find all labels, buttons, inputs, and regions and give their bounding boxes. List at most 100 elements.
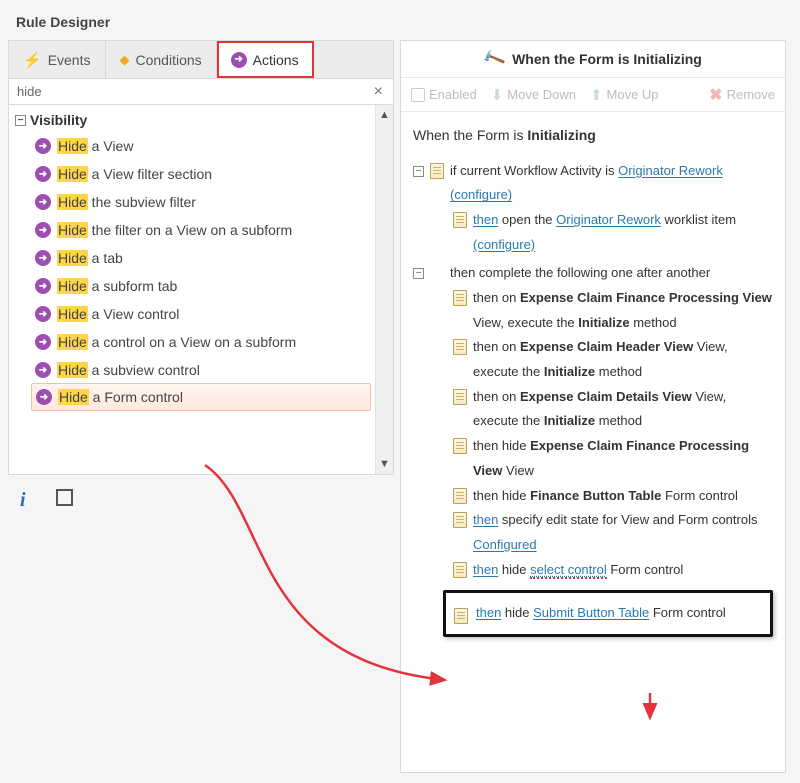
rule-header-text: When the Form is Initializing (512, 51, 702, 67)
tree-item-label: Hide a subform tab (57, 278, 177, 294)
doc-icon (453, 212, 467, 228)
tab-conditions[interactable]: ◆ Conditions (106, 41, 217, 78)
tab-label: Events (48, 52, 91, 68)
arrow-circle-icon: ➜ (36, 389, 52, 405)
diamond-icon: ◆ (120, 52, 130, 68)
rule-step[interactable]: then hide Finance Button Table Form cont… (453, 484, 775, 509)
rule-then-open[interactable]: then open the Originator Rework worklist… (413, 208, 775, 257)
scrollbar[interactable]: ▲ ▼ (375, 105, 393, 474)
action-tree: − Visibility ➜ Hide a View ➜ Hide a View fi… (9, 105, 375, 474)
page-title: Rule Designer (8, 8, 790, 40)
rule-header: 🔨 When the Form is Initializing (401, 41, 785, 78)
doc-icon (453, 512, 467, 528)
tree-item[interactable]: ➜ Hide a control on a View on a subform (13, 328, 375, 356)
tree-item-label: Hide a View (57, 138, 133, 154)
tree-item[interactable]: ➜ Hide a Form control (31, 383, 371, 411)
rule-step[interactable]: then specify edit state for View and For… (453, 508, 775, 557)
rule-step-submit-button[interactable]: then hide Submit Button Table Form contr… (443, 590, 773, 637)
x-icon: ✖ (709, 85, 722, 105)
scroll-down-icon[interactable]: ▼ (379, 456, 390, 472)
tree-item[interactable]: ➜ Hide a View control (13, 300, 375, 328)
rule-step[interactable]: then hide Expense Claim Finance Processi… (453, 434, 775, 483)
link-then[interactable]: then (473, 512, 498, 527)
tree-item-label: Hide a Form control (58, 389, 183, 405)
tree-item-label: Hide the filter on a View on a subform (57, 222, 292, 238)
link-configure[interactable]: (configure) (450, 187, 512, 202)
link-then[interactable]: then (473, 212, 498, 227)
tree-item-label: Hide a View filter section (57, 166, 212, 182)
tree-item[interactable]: ➜ Hide a subview control (13, 356, 375, 384)
tree-item-label: Hide a subview control (57, 362, 200, 378)
arrow-circle-icon: ➜ (35, 306, 51, 322)
tab-actions[interactable]: ➜ Actions (217, 41, 314, 78)
tree-item[interactable]: ➜ Hide a View filter section (13, 160, 375, 188)
arrow-circle-icon: ➜ (35, 362, 51, 378)
link-originator-rework[interactable]: Originator Rework (618, 163, 723, 178)
link-configure[interactable]: (configure) (473, 237, 535, 252)
tree-item[interactable]: ➜ Hide the filter on a View on a subform (13, 216, 375, 244)
doc-icon (430, 163, 444, 179)
collapse-icon[interactable]: − (15, 115, 26, 126)
tree-item[interactable]: ➜ Hide a subform tab (13, 272, 375, 300)
tree-item[interactable]: ➜ Hide a View (13, 132, 375, 160)
rule-step[interactable]: then on Expense Claim Details View View,… (453, 385, 775, 434)
rule-step[interactable]: then on Expense Claim Finance Processing… (453, 286, 775, 335)
arrow-circle-icon: ➜ (35, 138, 51, 154)
rule-body: When the Form is Initializing − if curre… (401, 112, 785, 772)
rule-if-row[interactable]: − if current Workflow Activity is Origin… (413, 159, 775, 208)
scroll-up-icon[interactable]: ▲ (379, 107, 390, 123)
tree-item-label: Hide a control on a View on a subform (57, 334, 296, 350)
tab-label: Conditions (136, 52, 202, 68)
arrow-circle-icon: ➜ (35, 222, 51, 238)
rule-then-complete[interactable]: − then complete the following one after … (413, 261, 775, 286)
checkbox-icon (411, 88, 425, 102)
tree-item-label: Hide the subview filter (57, 194, 196, 210)
link-submit-button-table[interactable]: Submit Button Table (533, 605, 649, 620)
arrow-circle-icon: ➜ (35, 194, 51, 210)
tree-group-visibility[interactable]: − Visibility (13, 109, 375, 132)
tree-item-label: Hide a tab (57, 250, 123, 266)
action-tabs: ⚡ Events ◆ Conditions ➜ Actions (8, 40, 394, 78)
link-then[interactable]: then (476, 605, 501, 620)
arrow-circle-icon: ➜ (35, 250, 51, 266)
link-select-control[interactable]: select control (530, 562, 607, 579)
move-up-button[interactable]: ⬆ Move Up (590, 86, 659, 104)
gavel-icon: 🔨 (481, 46, 508, 73)
move-down-button[interactable]: ⬇ Move Down (491, 86, 576, 104)
collapse-icon[interactable]: − (413, 268, 424, 279)
search-box: × (8, 78, 394, 105)
tab-label: Actions (253, 52, 299, 68)
doc-icon (453, 562, 467, 578)
link-originator-rework[interactable]: Originator Rework (556, 212, 661, 227)
rule-step[interactable]: then on Expense Claim Header View View, … (453, 335, 775, 384)
rule-step-select-control[interactable]: then hide select control Form control (453, 558, 775, 583)
tree-item[interactable]: ➜ Hide the subview filter (13, 188, 375, 216)
arrow-circle-icon: ➜ (35, 278, 51, 294)
clear-icon[interactable]: × (370, 83, 387, 101)
arrow-up-icon: ⬆ (590, 86, 603, 104)
tree-item-label: Hide a View control (57, 306, 179, 322)
link-then[interactable]: then (473, 562, 498, 577)
enabled-toggle[interactable]: Enabled (411, 87, 477, 102)
tree-item[interactable]: ➜ Hide a tab (13, 244, 375, 272)
arrow-circle-icon: ➜ (231, 52, 247, 68)
rule-toolbar: Enabled ⬇ Move Down ⬆ Move Up ✖ Remove (401, 78, 785, 112)
info-icon[interactable]: i (20, 489, 26, 512)
arrow-down-icon: ⬇ (491, 86, 504, 104)
doc-icon (453, 488, 467, 504)
group-label: Visibility (30, 112, 87, 128)
doc-icon (453, 339, 467, 355)
rule-title: When the Form is Initializing (413, 122, 775, 149)
remove-button[interactable]: ✖ Remove (709, 85, 775, 105)
collapse-icon[interactable]: − (413, 166, 424, 177)
search-input[interactable] (15, 82, 370, 101)
arrow-circle-icon: ➜ (35, 166, 51, 182)
tab-events[interactable]: ⚡ Events (9, 41, 106, 78)
arrow-circle-icon: ➜ (35, 334, 51, 350)
square-icon[interactable] (56, 489, 73, 506)
doc-icon (453, 438, 467, 454)
doc-icon (453, 290, 467, 306)
bolt-icon: ⚡ (23, 51, 42, 69)
doc-icon (454, 608, 468, 624)
link-configured[interactable]: Configured (473, 537, 537, 552)
